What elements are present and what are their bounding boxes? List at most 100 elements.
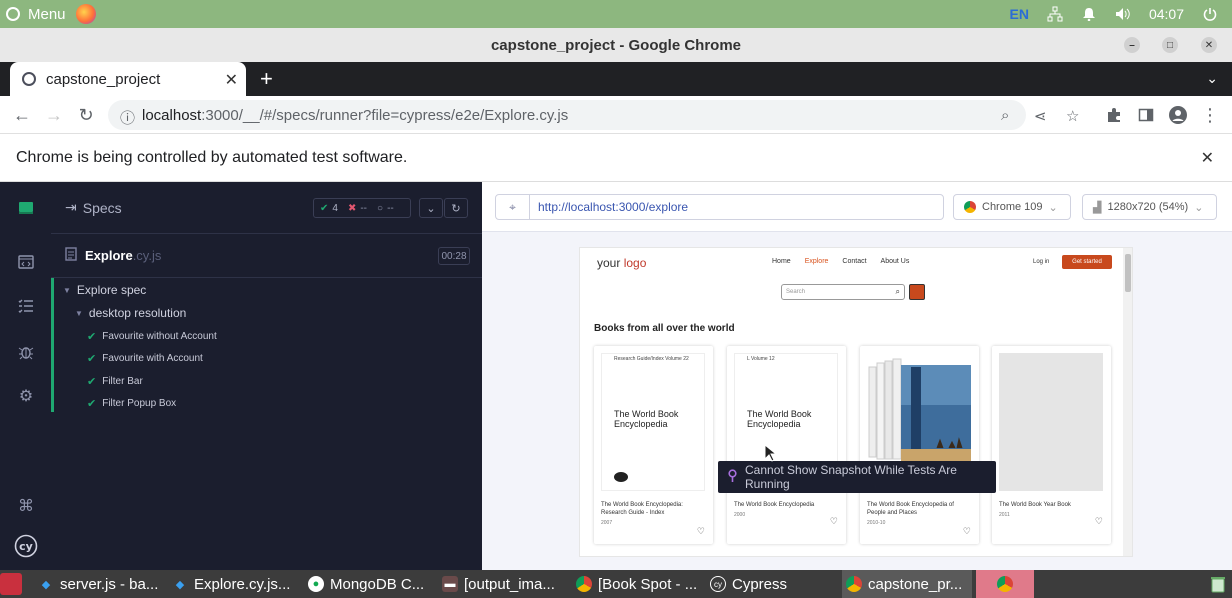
network-icon[interactable] (1047, 6, 1063, 22)
taskbar-item[interactable]: ● MongoDB C... (308, 570, 432, 598)
share-icon[interactable]: ⋖ (1034, 107, 1047, 125)
favourite-heart-icon[interactable]: ♡ (1095, 516, 1103, 527)
forward-arrow-icon[interactable]: → (44, 105, 64, 125)
clock[interactable]: 04:07 (1149, 6, 1184, 22)
runs-list-icon[interactable] (16, 296, 36, 316)
cover-title: The World Book Encyclopedia (614, 409, 679, 429)
viewport-info[interactable]: ▟ 1280x720 (54%) ⌄ (1082, 194, 1217, 220)
profile-avatar-icon[interactable] (1168, 105, 1188, 125)
browser-select[interactable]: Chrome 109 ⌄ (953, 194, 1071, 220)
iframe-scrollbar[interactable] (1123, 248, 1132, 556)
viewport-size: 1280x720 (54%) (1107, 201, 1189, 213)
filter-button[interactable] (909, 284, 925, 300)
trash-icon[interactable] (1210, 570, 1230, 598)
favourite-heart-icon[interactable]: ♡ (830, 516, 838, 527)
new-tab-plus-icon[interactable]: + (260, 66, 273, 92)
taskbar-item-active[interactable]: capstone_pr... (842, 570, 972, 598)
specs-label[interactable]: Specs (83, 200, 122, 216)
close-tab-icon[interactable]: ✕ (225, 70, 238, 90)
nav-explore[interactable]: Explore (805, 258, 829, 265)
test-row[interactable]: ✔ Favourite without Account (87, 325, 217, 347)
system-tray: EN 04:07 (1010, 0, 1219, 28)
chrome-menu-kebab-icon[interactable]: ⋮ (1200, 105, 1220, 125)
nav-home[interactable]: Home (772, 258, 791, 265)
reload-icon[interactable]: ↻ (76, 105, 96, 125)
test-row[interactable]: ✔ Filter Bar (87, 370, 143, 392)
test-title: Favourite with Account (102, 352, 203, 364)
site-info-icon[interactable]: ⓘ (120, 107, 135, 128)
login-link[interactable]: Log in (1033, 259, 1049, 265)
cypress-project-icon[interactable] (16, 198, 36, 218)
aut-url: http://localhost:3000/explore (538, 200, 689, 214)
omnibox[interactable]: ⓘ localhost:3000/__/#/specs/runner?file=… (108, 100, 1079, 130)
debug-bug-icon[interactable] (16, 342, 36, 362)
volume-icon[interactable] (1115, 6, 1131, 22)
notification-bell-icon[interactable] (1081, 6, 1097, 22)
cypress-sidebar: ⚙ ⌘ cy (0, 182, 51, 570)
passed-count: 4 (332, 202, 338, 214)
zoom-icon[interactable]: ⌕ (1001, 107, 1009, 124)
suite-row[interactable]: ▼ Explore spec (63, 279, 146, 301)
extensions-puzzle-icon[interactable] (1104, 105, 1124, 125)
bookmark-star-icon[interactable]: ☆ (1066, 107, 1079, 125)
test-row[interactable]: ✔ Filter Popup Box (87, 392, 176, 414)
tab-capstone-project[interactable]: capstone_project ✕ (10, 62, 246, 96)
keyboard-language-indicator[interactable]: EN (1010, 6, 1029, 22)
back-arrow-icon[interactable]: ← (12, 105, 32, 125)
nav-contact[interactable]: Contact (842, 258, 866, 265)
specs-list-icon[interactable] (16, 252, 36, 272)
close-infobar-icon[interactable]: ✕ (1201, 148, 1214, 168)
firefox-launcher-icon[interactable] (75, 4, 96, 24)
book-search-input[interactable]: Search ⌕ (781, 284, 905, 300)
pass-check-icon: ✔ (87, 352, 97, 365)
power-icon[interactable] (1202, 6, 1218, 22)
favourite-heart-icon[interactable]: ♡ (963, 526, 971, 537)
collapse-chevron-icon[interactable]: ⌄ (419, 198, 443, 218)
book-card[interactable]: Research Guide/Index Volume 22 The World… (594, 346, 713, 544)
book-cover: Research Guide/Index Volume 22 The World… (601, 353, 705, 491)
pass-check-icon: ✔ (87, 330, 97, 343)
aut-url-bar[interactable]: ⌖ http://localhost:3000/explore (495, 194, 944, 220)
nav-about-us[interactable]: About Us (881, 258, 910, 265)
maximize-icon[interactable]: □ (1162, 37, 1178, 53)
tab-search-chevron-icon[interactable]: ⌄ (1206, 70, 1218, 87)
taskbar-item[interactable]: ◆ server.js - ba... (38, 570, 162, 598)
aut-iframe[interactable]: your logo Home Explore Contact About Us … (579, 247, 1133, 557)
context-row[interactable]: ▼ desktop resolution (75, 302, 186, 324)
show-desktop-button[interactable] (0, 570, 24, 598)
chrome-icon (576, 576, 592, 592)
spec-file-row[interactable]: Explore.cy.js 00:28 (51, 234, 482, 278)
cover-subtitle: L Volume 12 (747, 356, 775, 362)
taskbar-item-pinned-chrome[interactable] (976, 570, 1034, 598)
taskbar-item[interactable]: [Book Spot - ... (576, 570, 704, 598)
pending-circle-icon: ○ (377, 202, 384, 214)
cypress-favicon-icon (22, 72, 36, 86)
taskbar-item[interactable]: ◆ Explore.cy.js... (172, 570, 300, 598)
taskbar-label: Cypress (732, 575, 788, 593)
desktop-icon (0, 573, 22, 595)
cypress-reporter: ⇥ Specs ✔ 4 ✖ -- ○ -- ⌄ ↻ Explore.cy.js … (51, 182, 482, 570)
os-menu-button[interactable]: Menu (0, 6, 66, 23)
book-card[interactable]: The World Book Year Book 2011 ♡ (992, 346, 1111, 544)
failed-count: -- (360, 202, 368, 214)
settings-gear-icon[interactable]: ⚙ (16, 386, 36, 406)
book-card[interactable]: L Volume 12 The World Book Encyclopedia … (727, 346, 846, 544)
favourite-heart-icon[interactable]: ♡ (697, 526, 705, 537)
scrollbar-thumb[interactable] (1125, 254, 1131, 292)
selector-playground-crosshair-icon[interactable]: ⌖ (496, 195, 530, 219)
app-logo[interactable]: your logo (597, 256, 646, 270)
infobar-message: Chrome is being controlled by automated … (16, 148, 408, 166)
book-card[interactable]: The World Book Encyclopedia of People an… (860, 346, 979, 544)
taskbar-item[interactable]: ▬ [output_ima... (442, 570, 568, 598)
pass-check-icon: ✔ (320, 202, 329, 214)
taskbar-item[interactable]: cy Cypress (710, 570, 834, 598)
side-panel-icon[interactable] (1136, 105, 1156, 125)
minimize-icon[interactable]: – (1124, 37, 1140, 53)
rerun-icon[interactable]: ↻ (444, 198, 468, 218)
test-row[interactable]: ✔ Favourite with Account (87, 347, 203, 369)
keyboard-shortcuts-icon[interactable]: ⌘ (16, 496, 36, 516)
close-window-icon[interactable]: ✕ (1201, 37, 1217, 53)
specs-toggle-icon[interactable]: ⇥ (65, 199, 77, 216)
window-title: capstone_project - Google Chrome (490, 36, 742, 54)
get-started-button[interactable]: Get started (1062, 255, 1112, 269)
